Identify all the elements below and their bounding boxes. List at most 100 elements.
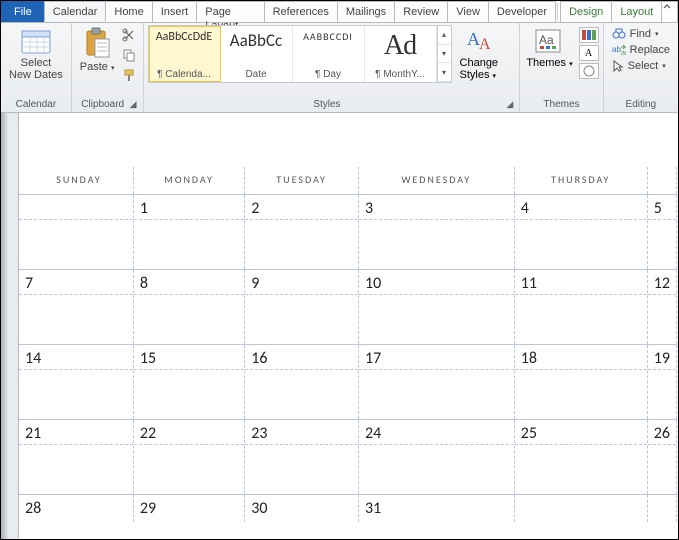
calendar-row: 1 2 3 4 5 — [19, 195, 677, 270]
calendar-cell[interactable]: 29 — [133, 495, 244, 523]
tab-mailings[interactable]: Mailings — [337, 1, 395, 22]
style-item-day[interactable]: AABBCCDI ¶ Day — [293, 26, 365, 82]
tab-layout[interactable]: Layout — [611, 1, 662, 22]
calendar-cell[interactable]: 18 — [514, 345, 647, 420]
tab-insert[interactable]: Insert — [152, 1, 198, 22]
theme-effects-button[interactable] — [579, 63, 599, 79]
styles-scroll-up[interactable]: ▴ — [438, 26, 451, 45]
paste-button[interactable]: Paste ▾ — [76, 25, 119, 77]
calendar-cell[interactable]: 28 — [19, 495, 133, 523]
group-styles-label: Styles◢ — [148, 98, 516, 112]
svg-text:A: A — [479, 36, 491, 53]
cursor-icon — [612, 60, 624, 72]
calendar-cell[interactable]: 12 — [647, 270, 676, 345]
calendar-cell[interactable]: 24 — [358, 420, 514, 495]
tab-file[interactable]: File — [1, 1, 45, 22]
calendar-cell[interactable]: 30 — [245, 495, 359, 523]
group-editing-label: Editing — [608, 98, 674, 112]
styles-scroll-down[interactable]: ▾ — [438, 45, 451, 64]
replace-button[interactable]: abac Replace — [608, 43, 674, 57]
calendar-row: 21 22 23 24 25 26 — [19, 420, 677, 495]
select-button[interactable]: Select ▾ — [608, 59, 674, 73]
collapse-ribbon-button[interactable] — [661, 1, 678, 22]
calendar-cell[interactable]: 15 — [133, 345, 244, 420]
calendar-icon — [20, 27, 52, 55]
themes-icon: Aa — [533, 27, 565, 57]
tab-review[interactable]: Review — [394, 1, 448, 22]
group-calendar: Select New Dates Calendar — [1, 23, 72, 112]
header-thursday: THURSDAY — [514, 167, 647, 195]
calendar-cell[interactable]: 7 — [19, 270, 133, 345]
tab-references[interactable]: References — [264, 1, 338, 22]
calendar-cell[interactable]: 26 — [647, 420, 676, 495]
header-wednesday: WEDNESDAY — [358, 167, 514, 195]
calendar-cell[interactable]: 14 — [19, 345, 133, 420]
change-styles-label: Change Styles ▾ — [460, 57, 499, 81]
tab-home[interactable]: Home — [105, 1, 152, 22]
calendar-cell[interactable]: 21 — [19, 420, 133, 495]
find-button[interactable]: Find ▾ — [608, 27, 674, 41]
page[interactable]: SUNDAY MONDAY TUESDAY WEDNESDAY THURSDAY… — [19, 113, 678, 539]
calendar-cell[interactable]: 31 — [358, 495, 514, 523]
tab-view[interactable]: View — [447, 1, 489, 22]
tab-page-layout[interactable]: Page Layout — [196, 1, 264, 22]
theme-fonts-button[interactable]: A — [579, 45, 599, 61]
calendar-cell[interactable] — [19, 195, 133, 270]
calendar-cell[interactable]: 1 — [133, 195, 244, 270]
svg-text:ac: ac — [621, 50, 626, 56]
calendar-cell[interactable]: 9 — [245, 270, 359, 345]
tab-design[interactable]: Design — [560, 1, 612, 22]
calendar-cell[interactable]: 25 — [514, 420, 647, 495]
calendar-cell[interactable]: 10 — [358, 270, 514, 345]
colors-icon — [582, 30, 596, 40]
calendar-cell[interactable]: 23 — [245, 420, 359, 495]
vertical-ruler — [1, 113, 19, 539]
style-item-date[interactable]: AaBbCc Date — [221, 26, 293, 82]
calendar-cell[interactable]: 16 — [245, 345, 359, 420]
clipboard-dialog-launcher[interactable]: ◢ — [130, 99, 137, 110]
copy-icon — [122, 48, 136, 62]
themes-button[interactable]: Aa Themes ▾ — [524, 25, 574, 71]
group-themes-label: Themes — [524, 98, 598, 112]
group-editing: Find ▾ abac Replace Select ▾ Editing — [604, 23, 678, 112]
styles-expand[interactable]: ▾ — [438, 63, 451, 82]
styles-gallery: AaBbCcDdE ¶ Calenda... AaBbCc Date AABBC… — [148, 25, 452, 83]
tab-calendar[interactable]: Calendar — [44, 1, 107, 22]
change-styles-button[interactable]: A A Change Styles ▾ — [458, 25, 501, 83]
group-styles: AaBbCcDdE ¶ Calenda... AaBbCc Date AABBC… — [144, 23, 521, 112]
calendar-cell[interactable]: 17 — [358, 345, 514, 420]
cut-button[interactable] — [121, 27, 137, 43]
format-painter-button[interactable] — [121, 67, 137, 83]
styles-gallery-scroll: ▴ ▾ ▾ — [437, 26, 451, 82]
header-tuesday: TUESDAY — [245, 167, 359, 195]
style-item-monthyear[interactable]: Ad ¶ MonthY... — [365, 26, 437, 82]
style-item-calendar[interactable]: AaBbCcDdE ¶ Calenda... — [149, 26, 221, 82]
styles-dialog-launcher[interactable]: ◢ — [506, 99, 513, 110]
select-new-dates-button[interactable]: Select New Dates — [5, 25, 67, 83]
calendar-table[interactable]: SUNDAY MONDAY TUESDAY WEDNESDAY THURSDAY… — [19, 167, 677, 522]
calendar-cell[interactable]: 4 — [514, 195, 647, 270]
themes-label: Themes ▾ — [526, 57, 572, 69]
group-calendar-label: Calendar — [5, 98, 67, 112]
tab-developer[interactable]: Developer — [488, 1, 556, 22]
calendar-cell[interactable]: 22 — [133, 420, 244, 495]
theme-colors-button[interactable] — [579, 27, 599, 43]
binoculars-icon — [612, 28, 626, 40]
paintbrush-icon — [122, 68, 136, 82]
calendar-cell[interactable]: 19 — [647, 345, 676, 420]
header-sunday: SUNDAY — [19, 167, 133, 195]
replace-icon: abac — [612, 44, 626, 56]
ribbon: Select New Dates Calendar Paste ▾ — [1, 23, 678, 113]
group-clipboard: Paste ▾ Clipboard◢ — [72, 23, 144, 112]
scissors-icon — [122, 28, 136, 42]
calendar-cell[interactable] — [514, 495, 647, 523]
calendar-row: 7 8 9 10 11 12 — [19, 270, 677, 345]
fonts-icon: A — [585, 48, 592, 59]
calendar-cell[interactable]: 3 — [358, 195, 514, 270]
calendar-cell[interactable]: 8 — [133, 270, 244, 345]
calendar-cell[interactable]: 2 — [245, 195, 359, 270]
calendar-cell[interactable]: 5 — [647, 195, 676, 270]
copy-button[interactable] — [121, 47, 137, 63]
calendar-cell[interactable]: 11 — [514, 270, 647, 345]
calendar-cell[interactable] — [647, 495, 676, 523]
